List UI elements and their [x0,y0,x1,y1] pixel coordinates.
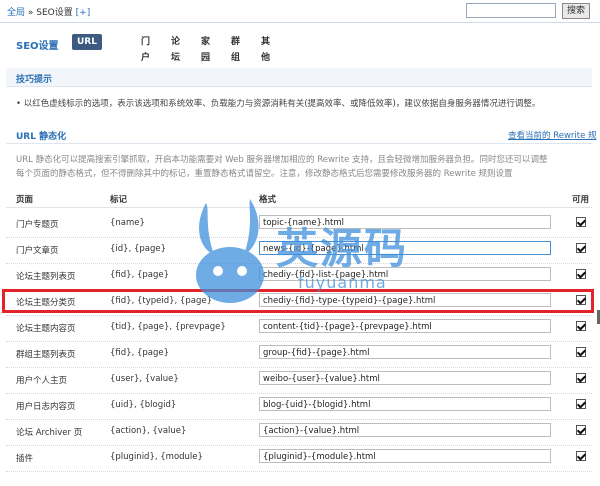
row-mark: {user}, {value} [110,374,179,384]
row-page: 门户专题页 [16,220,59,230]
enabled-checkbox[interactable] [576,243,586,253]
url-section-header: URL 静态化 [6,125,592,144]
col-header-page: 页面 [16,195,34,205]
search-input[interactable] [466,3,556,18]
enabled-checkbox[interactable] [576,425,586,435]
tab-forum[interactable]: 论坛 [168,34,183,63]
format-input[interactable]: group-{fid}-{page}.html [259,345,551,359]
url-desc-line1: URL 静态化可以提高搜索引擎抓取，开启本功能需要对 Web 服务器增加相应的 … [16,155,548,165]
table-row: 论坛 Archiver 页 {action}, {value} {action}… [6,419,592,446]
search-button[interactable]: 搜索 [562,3,590,19]
url-section-title: URL 静态化 [16,132,67,142]
enabled-checkbox[interactable] [576,321,586,331]
row-page: 插件 [16,454,34,464]
enabled-checkbox[interactable] [576,269,586,279]
enabled-checkbox[interactable] [576,217,586,227]
enabled-checkbox[interactable] [576,347,586,357]
row-mark: {fid}, {page} [110,348,170,358]
row-page: 论坛主题内容页 [16,324,76,334]
watermark: 英源码 fuyuanma [188,195,448,315]
col-header-mark: 标记 [110,195,128,205]
table-row: 群组主题列表页 {fid}, {page} group-{fid}-{page}… [6,341,592,368]
row-mark: {fid}, {page} [110,270,170,280]
page-title: SEO设置 [16,41,59,52]
row-page: 论坛主题列表页 [16,272,76,282]
view-rewrite-link[interactable]: 查看当前的 Rewrite 规 [508,129,597,141]
row-page: 群组主题列表页 [16,350,76,360]
row-mark: {name} [110,218,145,228]
format-input[interactable]: content-{tid}-{page}-{prevpage}.html [259,319,551,333]
format-input[interactable]: weibo-{user}-{value}.html [259,371,551,385]
table-row: 用户日志内容页 {uid}, {blogid} blog-{uid}-{blog… [6,393,592,420]
breadcrumb-root[interactable]: 全局 [7,8,25,18]
row-page: 用户日志内容页 [16,402,76,412]
breadcrumb: 全局 » SEO设置 [+] [7,5,90,18]
tips-header: 技巧提示 [6,68,592,87]
tab-home[interactable]: 家园 [198,34,213,63]
row-mark: {id}, {page} [110,244,167,254]
tips-text: • 以红色虚线标示的选项，表示该选项和系统效率、负载能力与资源消耗有关(提高效率… [16,99,541,109]
watermark-text: 英源码 [276,224,409,273]
enabled-checkbox[interactable] [576,399,586,409]
table-row: 论坛主题内容页 {tid}, {page}, {prevpage} conten… [6,315,592,342]
format-input[interactable]: blog-{uid}-{blogid}.html [259,397,551,411]
add-shortcut-link[interactable]: [+] [76,8,91,18]
format-input[interactable]: {action}-{value}.html [259,423,551,437]
enabled-checkbox[interactable] [576,373,586,383]
row-mark: {pluginid}, {module} [110,452,203,462]
row-page: 论坛 Archiver 页 [16,428,83,438]
tab-group[interactable]: 群组 [228,34,243,63]
breadcrumb-current: SEO设置 [36,8,73,18]
tab-portal[interactable]: 门户 [138,34,153,63]
col-header-enabled: 可用 [572,195,590,205]
row-mark: {tid}, {page}, {prevpage} [110,322,226,332]
tips-title: 技巧提示 [16,75,53,85]
breadcrumb-separator: » [27,8,34,18]
tab-url-static[interactable]: URL 静态化 [72,34,102,79]
top-bar: 全局 » SEO设置 [+] 搜索 [0,0,600,23]
table-row: 插件 {pluginid}, {module} {pluginid}-{modu… [6,445,592,472]
row-mark: {uid}, {blogid} [110,400,177,410]
row-page: 门户文章页 [16,246,59,256]
tab-other[interactable]: 其他 [258,34,273,63]
table-row: 用户个人主页 {user}, {value} weibo-{user}-{val… [6,367,592,394]
watermark-subtext: fuyuanma [298,273,387,292]
row-mark: {action}, {value} [110,426,187,436]
url-desc-line2: 每个页面的静态格式，但不得删除其中的标记，重置静态格式请留空。注意，修改静态格式… [16,169,513,179]
rabbit-logo-icon [196,199,264,303]
row-page: 用户个人主页 [16,376,68,386]
format-input[interactable]: {pluginid}-{module}.html [259,449,551,463]
enabled-checkbox[interactable] [576,451,586,461]
